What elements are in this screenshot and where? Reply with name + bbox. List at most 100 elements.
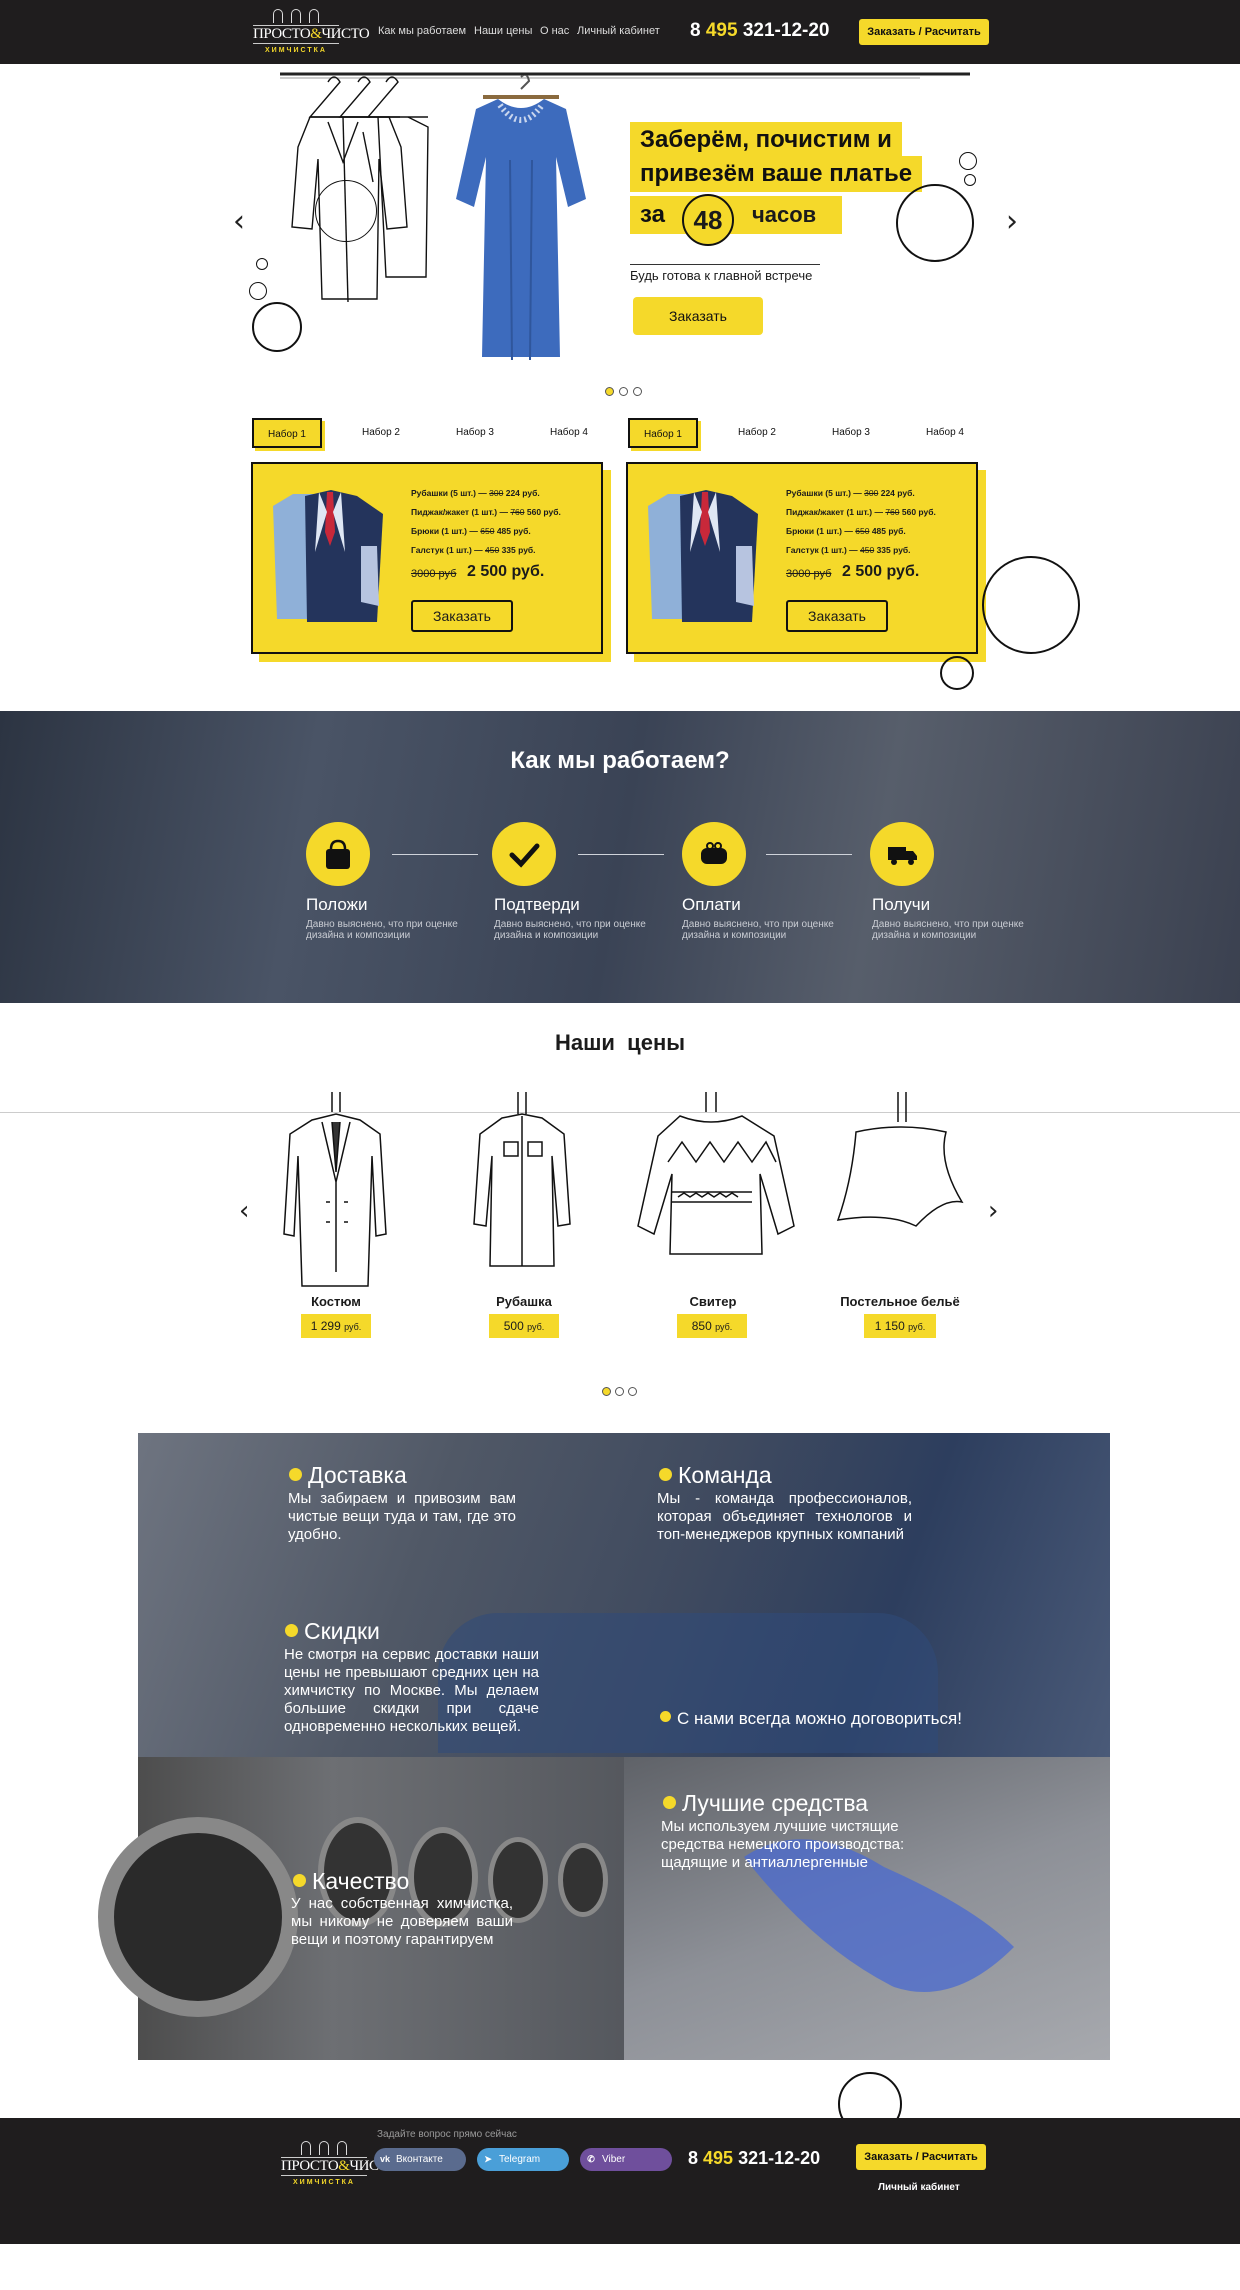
footer-logo-subtitle: ХИМЧИСТКА bbox=[293, 2179, 355, 2186]
site-header: ПРОСТО&ЧИСТО ХИМЧИСТКА Как мы работаем Н… bbox=[0, 0, 1240, 64]
set-old-price: 3000 руб bbox=[786, 568, 832, 580]
feature-team-title: Команда bbox=[659, 1462, 772, 1489]
footer-order-button[interactable]: Заказать / Расчитать bbox=[856, 2144, 986, 2170]
suit-sketch bbox=[283, 1092, 387, 1287]
viber-icon: ✆ bbox=[587, 2154, 595, 2164]
step-title: Получи bbox=[872, 895, 931, 914]
feature-discounts-text: Не смотря на сервис доставки наши цены н… bbox=[284, 1646, 539, 1735]
step-desc: Давно выяснено, что при оценке дизайна и… bbox=[682, 919, 834, 941]
footer-phone[interactable]: 8 495 321-12-20 bbox=[688, 2148, 820, 2169]
feature-delivery-text: Мы забираем и привозим вам чистые вещи т… bbox=[288, 1490, 516, 1543]
price-item-name: Свитер bbox=[689, 1294, 737, 1309]
nav-cabinet[interactable]: Личный кабинет bbox=[577, 25, 660, 37]
hero-order-button[interactable]: Заказать bbox=[633, 297, 763, 335]
sweater-sketch bbox=[637, 1092, 795, 1255]
header-phone[interactable]: 8 495 321-12-20 bbox=[690, 20, 829, 42]
suit-image bbox=[265, 486, 389, 622]
price-item-name: Костюм bbox=[311, 1294, 361, 1309]
blue-dress-image bbox=[456, 75, 586, 361]
prices-next-arrow[interactable]: › bbox=[988, 1198, 998, 1224]
set-item: Брюки (1 шт.) — 650 485 руб. bbox=[411, 526, 531, 536]
set-order-button[interactable]: Заказать bbox=[411, 600, 513, 632]
bag-icon bbox=[326, 839, 350, 869]
how-we-work-section: Как мы работаем? Положи Давно выяснено, … bbox=[0, 711, 1240, 1003]
feature-products-text: Мы используем лучшие чистящие средства н… bbox=[661, 1818, 905, 1871]
set-order-button[interactable]: Заказать bbox=[786, 600, 888, 632]
step-put bbox=[306, 822, 370, 886]
tab-set-3[interactable]: Набор 3 bbox=[440, 418, 510, 448]
feature-negotiate-title: С нами всегда можно договориться! bbox=[660, 1709, 962, 1729]
prices-prev-arrow[interactable]: ‹ bbox=[239, 1198, 249, 1224]
bubble-decoration bbox=[315, 180, 377, 242]
hero-divider bbox=[630, 264, 820, 265]
nav-prices[interactable]: Наши цены bbox=[474, 25, 532, 37]
step-title: Подтверди bbox=[494, 895, 580, 914]
prices-rail bbox=[0, 1112, 1240, 1113]
prices-slide-dot[interactable] bbox=[615, 1387, 624, 1396]
social-telegram-button[interactable]: ➤ Telegram bbox=[477, 2148, 569, 2171]
social-viber-button[interactable]: ✆ Viber bbox=[580, 2148, 672, 2171]
step-desc: Давно выяснено, что при оценке дизайна и… bbox=[872, 919, 1024, 941]
hero-headline-line2: привезём ваше платье bbox=[630, 156, 923, 192]
pillow-sketch bbox=[836, 1092, 964, 1227]
nav-about[interactable]: О нас bbox=[540, 25, 569, 37]
step-desc: Давно выяснено, что при оценке дизайна и… bbox=[306, 919, 458, 941]
check-icon bbox=[509, 843, 540, 868]
set-item: Брюки (1 шт.) — 650 485 руб. bbox=[786, 526, 906, 536]
how-title: Как мы работаем? bbox=[510, 747, 730, 774]
tab-set-2[interactable]: Набор 2 bbox=[722, 418, 792, 448]
tab-set-1[interactable]: Набор 1 bbox=[252, 418, 322, 448]
telegram-icon: ➤ bbox=[484, 2154, 492, 2164]
logo-subtitle: ХИМЧИСТКА bbox=[265, 47, 327, 54]
header-order-button[interactable]: Заказать / Расчитать bbox=[859, 19, 989, 45]
logo[interactable]: ПРОСТО&ЧИСТО ХИМЧИСТКА bbox=[253, 5, 370, 59]
step-receive bbox=[870, 822, 934, 886]
set-item: Галстук (1 шт.) — 450 335 руб. bbox=[411, 545, 536, 555]
bubble-decoration bbox=[959, 152, 977, 170]
set-item: Рубашки (5 шт.) — 300 224 руб. bbox=[411, 488, 540, 498]
hero-slide-dot[interactable] bbox=[619, 387, 628, 396]
set-new-price: 2 500 руб. bbox=[467, 563, 545, 580]
footer-logo[interactable]: ПРОСТО&ЧИСТО ХИМЧИСТКА bbox=[281, 2137, 398, 2191]
tab-set-4[interactable]: Набор 4 bbox=[910, 418, 980, 448]
set-new-price: 2 500 руб. bbox=[842, 563, 920, 580]
set-old-price: 3000 руб bbox=[411, 568, 457, 580]
hero-next-arrow[interactable]: › bbox=[1006, 207, 1018, 237]
hero-headline-line1: Заберём, почистим и bbox=[630, 122, 902, 158]
prices-slide-dot[interactable] bbox=[628, 1387, 637, 1396]
set-card: Рубашки (5 шт.) — 300 224 руб. Пиджак/жа… bbox=[626, 462, 986, 662]
shirt-sketch bbox=[473, 1092, 571, 1267]
tab-set-1[interactable]: Набор 1 bbox=[628, 418, 698, 448]
nav-how-we-work[interactable]: Как мы работаем bbox=[378, 25, 466, 37]
hero-slide-dot[interactable] bbox=[633, 387, 642, 396]
price-item-tag: 1 299 руб. bbox=[301, 1314, 371, 1338]
set-item: Пиджак/жакет (1 шт.) — 760 560 руб. bbox=[786, 507, 936, 517]
hero-prev-arrow[interactable]: ‹ bbox=[233, 207, 245, 237]
vk-icon: vk bbox=[379, 2154, 390, 2164]
set-item: Пиджак/жакет (1 шт.) — 760 560 руб. bbox=[411, 507, 561, 517]
hero-slide-dot[interactable] bbox=[605, 387, 614, 396]
step-title: Оплати bbox=[682, 895, 741, 914]
bubble-decoration bbox=[982, 556, 1080, 654]
hero-hours-label: часов bbox=[752, 202, 817, 227]
step-connector bbox=[392, 854, 478, 855]
tab-set-2[interactable]: Набор 2 bbox=[346, 418, 416, 448]
bubble-decoration bbox=[252, 302, 302, 352]
bubble-decoration bbox=[940, 656, 974, 690]
social-vk-button[interactable]: vk Вконтакте bbox=[374, 2148, 466, 2171]
feature-quality-text: У нас собственная химчистка, мы никому н… bbox=[291, 1895, 513, 1948]
prices-slide-dot[interactable] bbox=[602, 1387, 611, 1396]
feature-team-text: Мы - команда профессионалов, которая объ… bbox=[657, 1490, 912, 1543]
step-confirm bbox=[492, 822, 556, 886]
site-footer bbox=[0, 2118, 1240, 2244]
feature-quality-title: Качество bbox=[293, 1868, 409, 1895]
price-item-tag: 500 руб. bbox=[489, 1314, 559, 1338]
tab-set-3[interactable]: Набор 3 bbox=[816, 418, 886, 448]
suit-image bbox=[640, 486, 764, 622]
feature-discounts-title: Скидки bbox=[285, 1618, 380, 1645]
prices-title: Наши цены bbox=[554, 1030, 686, 1055]
footer-cabinet-link[interactable]: Личный кабинет bbox=[878, 2182, 960, 2193]
set-item: Рубашки (5 шт.) — 300 224 руб. bbox=[786, 488, 915, 498]
tab-set-4[interactable]: Набор 4 bbox=[534, 418, 604, 448]
step-pay bbox=[682, 822, 746, 886]
